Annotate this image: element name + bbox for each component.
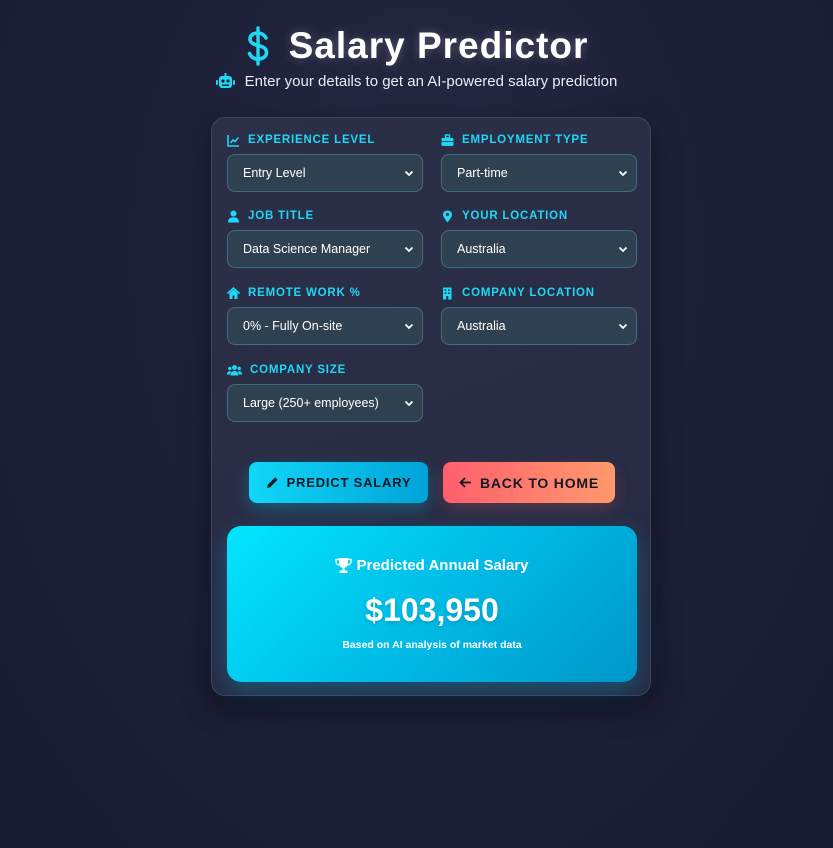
chevron-down-icon	[618, 323, 628, 330]
remote-work-select[interactable]: 0% - Fully On-site	[227, 307, 423, 345]
job-title-field: JOB TITLE Data Science Manager	[227, 208, 423, 268]
result-heading: Predicted Annual Salary	[227, 555, 637, 575]
experience-level-value: Entry Level	[243, 166, 306, 180]
trophy-icon	[335, 557, 353, 573]
company-location-label: COMPANY LOCATION	[441, 285, 637, 301]
page-subtitle: Enter your details to get an AI-powered …	[244, 72, 618, 90]
your-location-value: Australia	[457, 242, 506, 256]
arrow-left-icon	[459, 477, 471, 488]
company-size-field: COMPANY SIZE Large (250+ employees)	[227, 362, 423, 422]
title-row: Salary Predictor	[0, 24, 833, 68]
prediction-form-card: EXPERIENCE LEVEL Entry Level EMPLOYMENT …	[211, 117, 651, 696]
robot-icon	[215, 72, 235, 88]
building-icon	[443, 287, 452, 299]
page-title: Salary Predictor	[288, 25, 589, 66]
your-location-select[interactable]: Australia	[441, 230, 637, 268]
company-size-label: COMPANY SIZE	[227, 362, 423, 378]
chevron-down-icon	[404, 323, 414, 330]
predict-salary-button[interactable]: PREDICT SALARY	[249, 462, 428, 503]
predicted-salary-value: $103,950	[365, 592, 499, 628]
back-to-home-label: BACK TO HOME	[479, 474, 599, 491]
chevron-down-icon	[404, 246, 414, 253]
back-to-home-button[interactable]: BACK TO HOME	[443, 462, 615, 503]
users-icon	[227, 364, 242, 375]
map-pin-icon	[443, 210, 452, 222]
experience-level-label: EXPERIENCE LEVEL	[227, 132, 423, 148]
employment-type-value: Part-time	[457, 166, 508, 180]
chevron-down-icon	[618, 170, 628, 177]
subtitle-row: Enter your details to get an AI-powered …	[0, 70, 833, 92]
home-icon	[227, 286, 240, 299]
briefcase-icon	[441, 133, 454, 146]
employment-type-label: EMPLOYMENT TYPE	[441, 132, 637, 148]
remote-work-label: REMOTE WORK %	[227, 285, 423, 301]
company-location-select[interactable]: Australia	[441, 307, 637, 345]
job-title-select[interactable]: Data Science Manager	[227, 230, 423, 268]
user-icon	[228, 210, 239, 222]
company-size-select[interactable]: Large (250+ employees)	[227, 384, 423, 422]
employment-type-field: EMPLOYMENT TYPE Part-time	[441, 132, 637, 192]
company-location-field: COMPANY LOCATION Australia	[441, 285, 637, 345]
prediction-result-panel: Predicted Annual Salary $103,950 Based o…	[227, 526, 637, 682]
predict-salary-label: PREDICT SALARY	[286, 475, 412, 490]
job-title-value: Data Science Manager	[243, 242, 371, 256]
experience-level-select[interactable]: Entry Level	[227, 154, 423, 192]
remote-work-value: 0% - Fully On-site	[243, 319, 343, 333]
your-location-label: YOUR LOCATION	[441, 208, 637, 224]
remote-work-field: REMOTE WORK % 0% - Fully On-site	[227, 285, 423, 345]
company-size-value: Large (250+ employees)	[243, 396, 379, 410]
experience-level-field: EXPERIENCE LEVEL Entry Level	[227, 132, 423, 192]
page-header: Salary Predictor Enter your details to g…	[0, 24, 833, 92]
result-heading-label: Predicted Annual Salary	[356, 556, 529, 574]
pencil-icon	[266, 477, 278, 488]
job-title-label: JOB TITLE	[227, 208, 423, 224]
dollar-icon	[247, 26, 268, 66]
chevron-down-icon	[404, 400, 414, 407]
chart-line-icon	[227, 134, 240, 147]
company-location-value: Australia	[457, 319, 506, 333]
result-note: Based on AI analysis of market data	[342, 639, 522, 651]
chevron-down-icon	[404, 170, 414, 177]
employment-type-select[interactable]: Part-time	[441, 154, 637, 192]
chevron-down-icon	[618, 246, 628, 253]
your-location-field: YOUR LOCATION Australia	[441, 208, 637, 268]
